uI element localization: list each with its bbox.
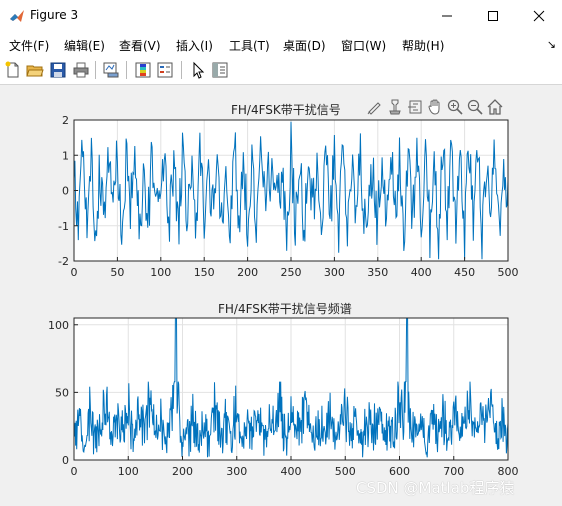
y-tick-label: 0 <box>62 454 69 467</box>
y-tick-label: -1 <box>58 220 69 233</box>
y-tick-label: 2 <box>62 114 69 127</box>
x-tick-label: 300 <box>324 266 345 279</box>
x-tick-label: 200 <box>172 465 193 478</box>
x-tick-label: 0 <box>71 465 78 478</box>
y-tick-label: 1 <box>62 149 69 162</box>
x-tick-label: 200 <box>237 266 258 279</box>
charts-layer: 0 50 100 150 200 250 300 350 400 450 500-2-10120 10… <box>48 114 519 478</box>
x-tick-label: 400 <box>281 465 302 478</box>
x-tick-label: 350 <box>367 266 388 279</box>
y-tick-label: 0 <box>62 185 69 198</box>
y-tick-label: 100 <box>48 319 69 332</box>
x-tick-label: 150 <box>194 266 215 279</box>
x-tick-label: 100 <box>118 465 139 478</box>
x-tick-label: 50 <box>110 266 124 279</box>
y-tick-label: -2 <box>58 255 69 268</box>
x-tick-label: 250 <box>281 266 302 279</box>
watermark-text: CSDN @Matlab程序猿 <box>356 479 515 497</box>
x-tick-label: 450 <box>454 266 475 279</box>
x-tick-label: 100 <box>150 266 171 279</box>
x-tick-label: 300 <box>226 465 247 478</box>
x-tick-label: 500 <box>335 465 356 478</box>
y-tick-label: 50 <box>55 386 69 399</box>
x-tick-label: 0 <box>71 266 78 279</box>
x-tick-label: 500 <box>498 266 519 279</box>
x-tick-label: 400 <box>411 266 432 279</box>
